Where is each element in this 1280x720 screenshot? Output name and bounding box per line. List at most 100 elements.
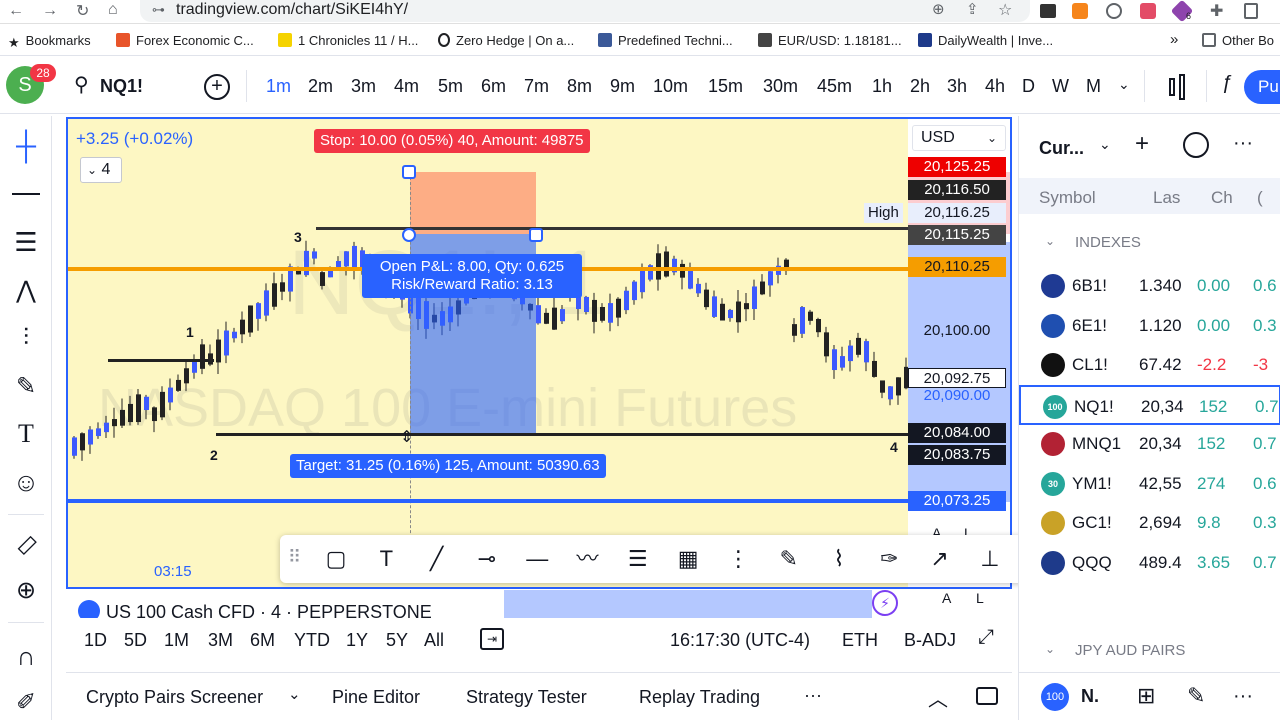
lock-drawing-tool[interactable]: ✐ xyxy=(8,684,44,720)
bookmark-star-icon[interactable]: ☆ xyxy=(998,0,1012,20)
currency-select[interactable]: USD ⌄ xyxy=(912,125,1006,151)
interval-7m[interactable]: 7m xyxy=(524,76,549,97)
interval-dropdown-icon[interactable]: ⌄ xyxy=(1118,76,1130,93)
wave-1-line[interactable] xyxy=(108,359,214,362)
interval-10m[interactable]: 10m xyxy=(653,76,688,97)
horizontal-ray-icon[interactable]: ⊸ xyxy=(471,543,503,575)
interval-4m[interactable]: 4m xyxy=(394,76,419,97)
chart-pane[interactable]: NQ1!, 1 NASDAQ 100 E-mini Futures ⇕ +3.2… xyxy=(66,117,1012,589)
range-1d[interactable]: 1D xyxy=(84,630,107,651)
range-6m[interactable]: 6M xyxy=(250,630,275,651)
section-indexes[interactable]: INDEXES xyxy=(1075,234,1141,251)
bookmarks-more[interactable]: » xyxy=(1170,31,1178,48)
grid-view-icon[interactable]: ⊞ xyxy=(1137,683,1155,709)
bookmark-predefined[interactable]: Predefined Techni... xyxy=(598,33,733,48)
col-chgp[interactable]: ( xyxy=(1257,188,1263,208)
advanced-view-icon[interactable] xyxy=(1183,132,1209,158)
blue-level-line[interactable] xyxy=(68,499,908,503)
brush-tool[interactable]: ✎ xyxy=(8,368,44,404)
watchlist-row-6e1[interactable]: 6E1! 1.120 0.00 0.3 xyxy=(1019,306,1280,346)
watchlist-row-cl1[interactable]: CL1! 67.42 -2.2 -3 xyxy=(1019,345,1280,385)
width-handle[interactable] xyxy=(529,228,543,242)
interval-9m[interactable]: 9m xyxy=(610,76,635,97)
range-1m[interactable]: 1M xyxy=(164,630,189,651)
interval-3m[interactable]: 3m xyxy=(351,76,376,97)
highlighter-icon[interactable]: ✑ xyxy=(873,543,905,575)
chevron-up-icon[interactable]: ︿ xyxy=(928,683,948,712)
price-axis[interactable]: USD ⌄ 20,125.25 20,116.50 20,116.25 20,1… xyxy=(908,119,1010,553)
extension-3-icon[interactable] xyxy=(1106,3,1122,19)
support-line[interactable] xyxy=(216,433,908,436)
more-options-icon[interactable]: ··· xyxy=(1233,685,1253,708)
bookmark-other[interactable]: Other Bo xyxy=(1202,33,1274,48)
horizontal-line-icon[interactable]: — xyxy=(521,543,553,575)
bookmark-forex-economic[interactable]: Forex Economic C... xyxy=(116,33,254,48)
interval-45m[interactable]: 45m xyxy=(817,76,852,97)
chevron-down-icon[interactable]: ⌄ xyxy=(1099,136,1111,153)
interval-15m[interactable]: 15m xyxy=(708,76,743,97)
puzzle-icon[interactable]: ✚ xyxy=(1210,1,1223,21)
interval-2h[interactable]: 2h xyxy=(910,76,930,97)
icons-tool[interactable]: ☺ xyxy=(8,464,44,500)
vertical-line-icon[interactable]: ⋮ xyxy=(722,543,754,575)
bookmark-bookmarks[interactable]: ★ Bookmarks xyxy=(8,33,91,50)
footer-symbol[interactable]: N. xyxy=(1081,686,1099,707)
gann-box-icon[interactable]: ▦ xyxy=(672,543,704,575)
col-symbol[interactable]: Symbol xyxy=(1039,188,1096,208)
curve-icon[interactable]: ⌇ xyxy=(823,543,855,575)
crosshair-tool[interactable]: ┼ xyxy=(8,128,44,164)
goto-date-icon[interactable]: ⇥ xyxy=(480,628,504,650)
ruler-tool[interactable]: ▭ xyxy=(8,526,44,562)
chevron-down-icon[interactable]: ⌄ xyxy=(1045,234,1055,248)
watchlist-row-ym1[interactable]: 30 YM1! 42,55 274 0.6 xyxy=(1019,464,1280,504)
range-ytd[interactable]: YTD xyxy=(294,630,330,651)
forward-icon[interactable]: → xyxy=(42,2,58,20)
watchlist-name[interactable]: Cur... xyxy=(1039,138,1084,159)
prediction-tool[interactable]: ⫶ xyxy=(8,320,44,356)
extension-1-icon[interactable] xyxy=(1040,4,1056,18)
section-jpy-aud[interactable]: JPY AUD PAIRS xyxy=(1075,642,1185,659)
site-settings-icon[interactable]: ⊶ xyxy=(152,2,165,18)
add-symbol-icon[interactable]: + xyxy=(1135,130,1149,158)
watchlist-row-6b1[interactable]: 6B1! 1.340 0.00 0.6 xyxy=(1019,266,1280,306)
brush-icon[interactable]: ✎ xyxy=(773,543,805,575)
zoom-in-tool[interactable]: ⊕ xyxy=(8,572,44,608)
extension-4-icon[interactable] xyxy=(1140,3,1156,19)
interval-1m[interactable]: 1m xyxy=(266,76,291,97)
search-icon[interactable]: ⚲ xyxy=(74,72,89,97)
stop-handle[interactable] xyxy=(402,165,416,179)
secondary-log-button[interactable]: L xyxy=(976,590,984,606)
interval-2m[interactable]: 2m xyxy=(308,76,333,97)
range-1y[interactable]: 1Y xyxy=(346,630,368,651)
address-field[interactable]: ⊶ tradingview.com/chart/SiKEI4hY/ ⊕ ⇪ ☆ xyxy=(140,0,1030,22)
tab-pine-editor[interactable]: Pine Editor xyxy=(332,687,420,708)
arrow-marker-icon[interactable]: ↗ xyxy=(924,543,956,575)
back-icon[interactable]: ← xyxy=(8,2,24,20)
col-last[interactable]: Las xyxy=(1153,188,1180,208)
interval-6m[interactable]: 6m xyxy=(481,76,506,97)
chevron-down-icon[interactable]: ⌄ xyxy=(288,685,301,703)
price-range-icon[interactable]: ⊥ xyxy=(974,543,1006,575)
watchlist-row-qqq[interactable]: QQQ 489.4 3.65 0.7 xyxy=(1019,543,1280,583)
zoom-icon[interactable]: ⊕ xyxy=(932,0,945,18)
interval-1h[interactable]: 1h xyxy=(872,76,892,97)
bookmark-dailywealth[interactable]: DailyWealth | Inve... xyxy=(918,33,1053,48)
more-options-icon[interactable]: ··· xyxy=(1233,132,1253,155)
adjust-button[interactable]: B-ADJ xyxy=(904,630,956,651)
clock-time[interactable]: 16:17:30 (UTC-4) xyxy=(670,630,810,651)
interval-M[interactable]: M xyxy=(1086,76,1101,97)
price-plot[interactable]: NQ1!, 1 NASDAQ 100 E-mini Futures ⇕ +3.2… xyxy=(68,119,908,553)
fullscreen-icon[interactable]: ⤢ xyxy=(978,626,994,649)
share-icon[interactable]: ⇪ xyxy=(966,0,979,18)
interval-5m[interactable]: 5m xyxy=(438,76,463,97)
watchlist-row-gc1[interactable]: GC1! 2,694 9.8 0.3 xyxy=(1019,503,1280,543)
tab-strategy-tester[interactable]: Strategy Tester xyxy=(466,687,587,708)
collapse-indicators-button[interactable]: ⌄ 4 xyxy=(80,157,122,183)
maximize-panel-icon[interactable] xyxy=(976,687,998,705)
drag-handle-icon[interactable]: ⠿ xyxy=(288,547,301,568)
candle-style-icon[interactable] xyxy=(1166,74,1188,100)
sidepanel-icon[interactable] xyxy=(1244,3,1258,19)
symbol-name[interactable]: NQ1! xyxy=(100,76,143,97)
bookmark-zero-hedge[interactable]: Zero Hedge | On a... xyxy=(438,33,574,48)
tab-replay-trading[interactable]: Replay Trading xyxy=(639,687,760,708)
